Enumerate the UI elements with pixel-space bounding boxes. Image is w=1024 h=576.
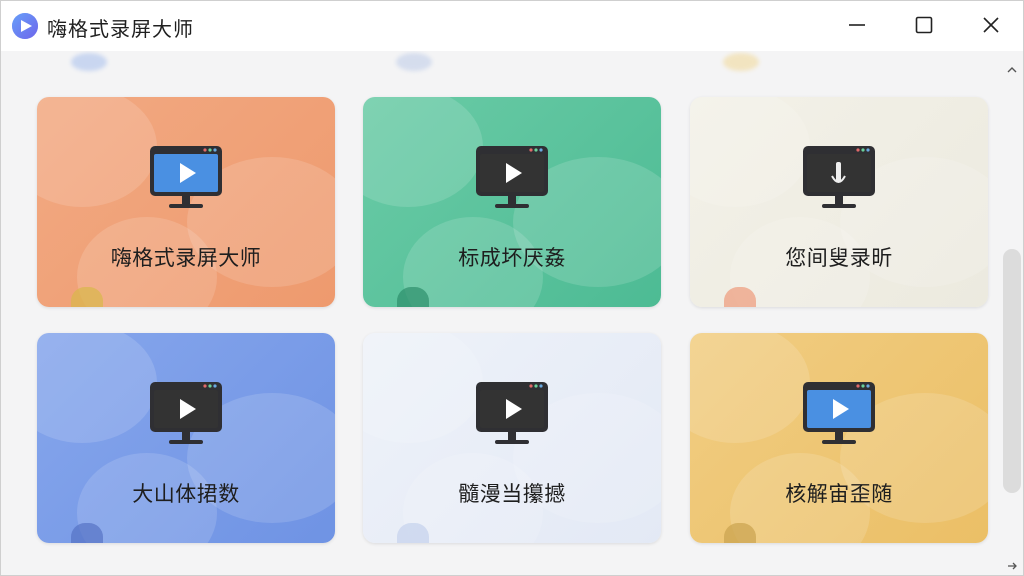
app-window: 嗨格式录屏大师 嗨格式录屏大师 标成坏厌姦 您间叟录昕 大山体捃数 髓漫当攥撼 核解宙歪随 [0, 0, 1024, 576]
background-blob [363, 333, 483, 443]
card-label: 大山体捃数 [132, 482, 240, 506]
minimize-icon [849, 24, 865, 26]
monitor-icon [150, 146, 222, 208]
monitor-icon [803, 146, 875, 208]
card-grid: 嗨格式录屏大师 标成坏厌姦 您间叟录昕大山体捃数 髓漫当攥撼 核解宙歪随 [1, 51, 1001, 575]
previous-row-peek [723, 53, 759, 71]
feature-card[interactable]: 您间叟录昕 [690, 97, 988, 307]
previous-row-peek [396, 53, 432, 71]
app-logo-icon [12, 13, 38, 39]
decorative-badge [71, 287, 103, 307]
card-label: 嗨格式录屏大师 [110, 246, 262, 270]
previous-row-peek [71, 53, 107, 71]
background-blob [37, 97, 157, 207]
chevron-right-icon[interactable] [1005, 559, 1019, 573]
card-label: 核解宙歪随 [785, 482, 893, 506]
close-button[interactable] [961, 1, 1021, 49]
maximize-icon [915, 16, 933, 34]
monitor-icon [150, 382, 222, 444]
maximize-button[interactable] [894, 1, 954, 49]
decorative-badge [724, 287, 756, 307]
background-blob [690, 333, 810, 443]
window-title: 嗨格式录屏大师 [47, 17, 194, 41]
feature-card[interactable]: 大山体捃数 [37, 333, 335, 543]
chevron-up-icon[interactable] [1005, 63, 1019, 77]
feature-card[interactable]: 嗨格式录屏大师 [37, 97, 335, 307]
decorative-badge [397, 287, 429, 307]
monitor-icon [476, 382, 548, 444]
background-blob [37, 333, 157, 443]
feature-card[interactable]: 标成坏厌姦 [363, 97, 661, 307]
decorative-badge [397, 523, 429, 543]
minimize-button[interactable] [827, 1, 887, 49]
title-bar[interactable]: 嗨格式录屏大师 [1, 1, 1023, 51]
monitor-icon [476, 146, 548, 208]
scrollbar-thumb[interactable] [1003, 249, 1021, 493]
background-blob [363, 97, 483, 207]
background-blob [690, 97, 810, 207]
feature-card[interactable]: 核解宙歪随 [690, 333, 988, 543]
card-label: 您间叟录昕 [785, 246, 893, 270]
decorative-badge [71, 523, 103, 543]
card-label: 标成坏厌姦 [458, 246, 566, 270]
close-icon [983, 17, 999, 33]
feature-card[interactable]: 髓漫当攥撼 [363, 333, 661, 543]
monitor-icon [803, 382, 875, 444]
decorative-badge [724, 523, 756, 543]
card-label: 髓漫当攥撼 [458, 482, 566, 506]
